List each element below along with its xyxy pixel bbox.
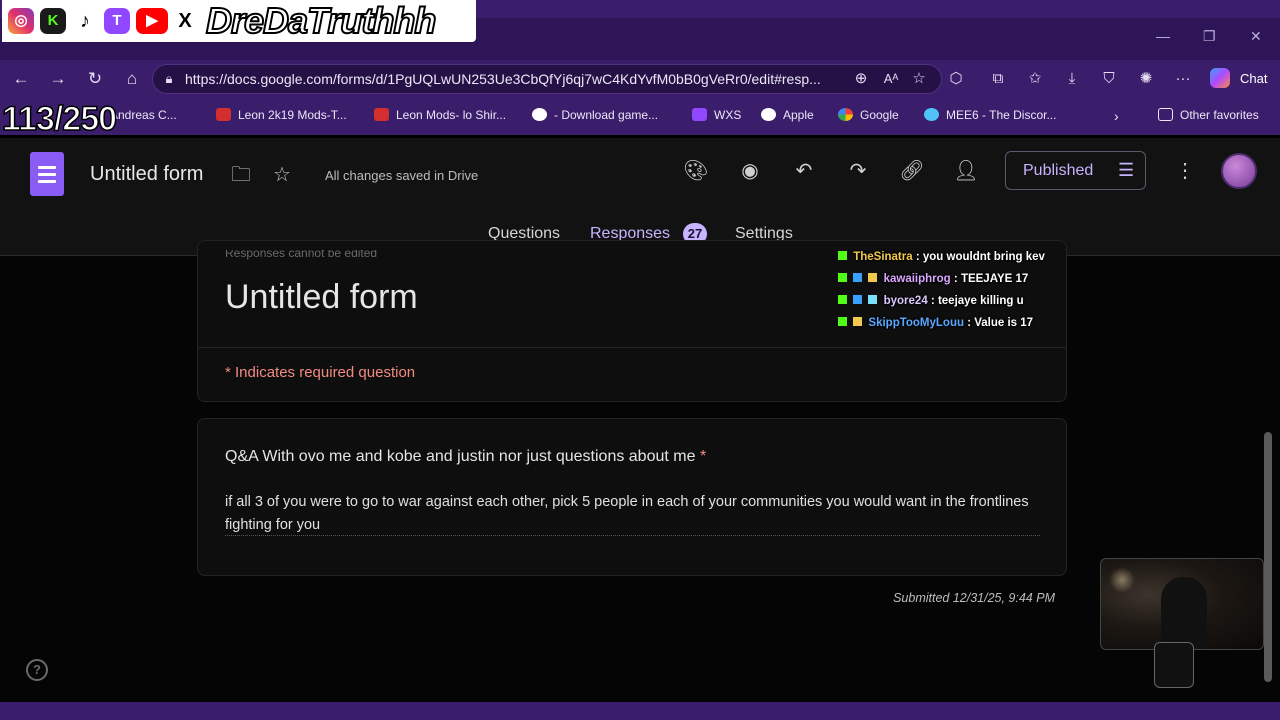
google-forms-icon[interactable] xyxy=(30,152,64,196)
form-title[interactable]: Untitled form xyxy=(90,163,203,186)
chat-message: kawaiiphrog : TEEJAYE 17 xyxy=(838,273,1028,289)
bookmarks-more-chevron-icon[interactable]: › xyxy=(1114,108,1119,126)
social-icons-banner: ◎ K ♪ T ▶ X DreDaTruthhh xyxy=(2,0,476,42)
preview-eye-icon[interactable]: ◉ xyxy=(737,158,763,184)
form-heading: Untitled form xyxy=(225,278,418,316)
mee6-icon xyxy=(924,108,939,121)
read-aloud-icon[interactable]: Aᴬ xyxy=(880,68,902,90)
bookmark-item[interactable]: - Download game... xyxy=(532,108,658,126)
save-status: All changes saved in Drive xyxy=(325,168,479,183)
wordpress-icon xyxy=(532,108,547,121)
add-collaborator-icon[interactable]: 👤︎ xyxy=(953,158,979,184)
minimize-icon[interactable]: — xyxy=(1156,28,1170,44)
x-icon: X xyxy=(172,8,198,34)
published-label: Published xyxy=(1023,162,1094,179)
question-title: Q&A With ovo me and kobe and justin nor … xyxy=(225,448,707,465)
chat-username: TheSinatra xyxy=(853,251,913,263)
favorite-star-icon[interactable]: ☆ xyxy=(908,68,930,90)
folder-icon xyxy=(1158,108,1173,121)
card-divider xyxy=(198,347,1066,348)
forward-icon[interactable]: → xyxy=(47,68,69,90)
submitted-timestamp: Submitted 12/31/25, 9:44 PM xyxy=(893,591,1055,605)
chat-message: byore24 : teejaye killing u xyxy=(838,295,1024,311)
goal-counter: 113/250 xyxy=(1,99,118,139)
chat-label: Chat xyxy=(1240,71,1268,86)
bookmark-favicon-icon xyxy=(374,108,389,121)
other-favorites[interactable]: Other favorites xyxy=(1158,108,1259,126)
bookmark-item[interactable]: Andreas C... xyxy=(110,108,177,126)
instagram-icon: ◎ xyxy=(8,8,34,34)
webcam-feed xyxy=(1100,558,1264,650)
copilot-chat-button[interactable]: Chat xyxy=(1206,66,1272,92)
zoom-icon[interactable]: ⊕ xyxy=(850,68,872,90)
scrollbar[interactable] xyxy=(1264,432,1272,682)
google-icon xyxy=(838,108,853,121)
move-to-folder-icon[interactable]: 🗀︎ xyxy=(228,162,254,188)
crown-badge-icon xyxy=(868,273,878,282)
close-window-icon[interactable]: ✕ xyxy=(1250,28,1262,45)
more-menu-icon[interactable]: ··· xyxy=(1172,68,1194,90)
bookmark-item[interactable]: MEE6 - The Discor... xyxy=(924,108,1056,126)
youtube-icon: ▶ xyxy=(136,8,168,34)
answer-underline xyxy=(225,535,1040,536)
chat-text: : Value is 17 xyxy=(967,317,1034,329)
avatar[interactable] xyxy=(1221,153,1257,189)
subscriber-badge-icon xyxy=(868,295,878,304)
chat-text: : you wouldnt bring kev xyxy=(915,251,1045,263)
chat-text: : TEEJAYE 17 xyxy=(953,273,1029,285)
downloads-icon[interactable]: ⤓ xyxy=(1061,68,1083,90)
url-text[interactable]: https://docs.google.com/forms/d/1PgUQLwU… xyxy=(185,71,835,87)
lock-icon[interactable]: 🔒︎ xyxy=(158,68,180,90)
redo-icon[interactable]: ↷ xyxy=(845,158,871,184)
bookmark-item[interactable]: Google xyxy=(838,108,899,126)
chat-message: TheSinatra : you wouldnt bring kev xyxy=(838,251,1045,267)
extensions-icon[interactable]: ⬡ xyxy=(945,68,967,90)
published-button[interactable]: Published ☰ xyxy=(1005,151,1146,190)
answer-text: if all 3 of you were to go to war agains… xyxy=(225,494,1029,533)
shield-icon[interactable]: ⛉ xyxy=(1098,68,1120,90)
split-screen-icon[interactable]: ⧉ xyxy=(987,68,1009,90)
streamer-logo-icon xyxy=(1154,642,1194,688)
bookmark-item[interactable]: WXS xyxy=(692,108,741,126)
copilot-icon xyxy=(1210,68,1230,88)
star-icon[interactable]: ☆ xyxy=(269,162,295,188)
apple-icon xyxy=(761,108,776,121)
kick-badge-icon xyxy=(838,317,847,326)
chat-username: kawaiiphrog xyxy=(883,273,951,285)
restore-icon[interactable]: ❐ xyxy=(1203,28,1216,45)
tiktok-icon: ♪ xyxy=(72,8,98,34)
bookmark-item[interactable]: Leon 2k19 Mods-T... xyxy=(216,108,347,126)
home-icon[interactable]: ⌂ xyxy=(121,68,143,90)
back-icon[interactable]: ← xyxy=(10,68,32,90)
twitch-icon: T xyxy=(104,8,130,34)
kick-badge-icon xyxy=(838,273,847,282)
moderator-badge-icon xyxy=(853,273,863,282)
more-vert-icon[interactable]: ⋮ xyxy=(1172,158,1198,184)
streamer-handle: DreDaTruthhh xyxy=(205,0,437,42)
link-icon[interactable]: 🔗︎ xyxy=(899,158,925,184)
window-bottom-border xyxy=(0,702,1280,720)
settings-sliders-icon: ☰ xyxy=(1118,160,1135,180)
kick-badge-icon xyxy=(838,251,847,260)
help-icon[interactable]: ? xyxy=(26,659,48,681)
bookmark-item[interactable]: Apple xyxy=(761,108,814,126)
chat-text: : teejaye killing u xyxy=(930,295,1024,307)
twitch-favicon-icon xyxy=(692,108,707,121)
chat-username: byore24 xyxy=(883,295,928,307)
palette-icon[interactable]: 🎨︎ xyxy=(683,158,709,184)
gem-badge-icon xyxy=(853,295,863,304)
chat-username: SkippTooMyLouu xyxy=(868,317,965,329)
kick-icon: K xyxy=(40,8,66,34)
bookmark-favicon-icon xyxy=(216,108,231,121)
favorites-icon[interactable]: ✩ xyxy=(1024,68,1046,90)
undo-icon[interactable]: ↶ xyxy=(791,158,817,184)
required-note: * Indicates required question xyxy=(225,364,416,381)
reload-icon[interactable]: ↻ xyxy=(84,68,106,90)
kick-badge-icon xyxy=(838,295,847,304)
chat-message: SkippTooMyLouu : Value is 17 xyxy=(838,317,1033,333)
required-star: * xyxy=(699,448,707,465)
bookmark-item[interactable]: Leon Mods- lo Shir... xyxy=(374,108,506,126)
profile-icon[interactable]: ✺ xyxy=(1135,68,1157,90)
crown-badge-icon xyxy=(853,317,863,326)
